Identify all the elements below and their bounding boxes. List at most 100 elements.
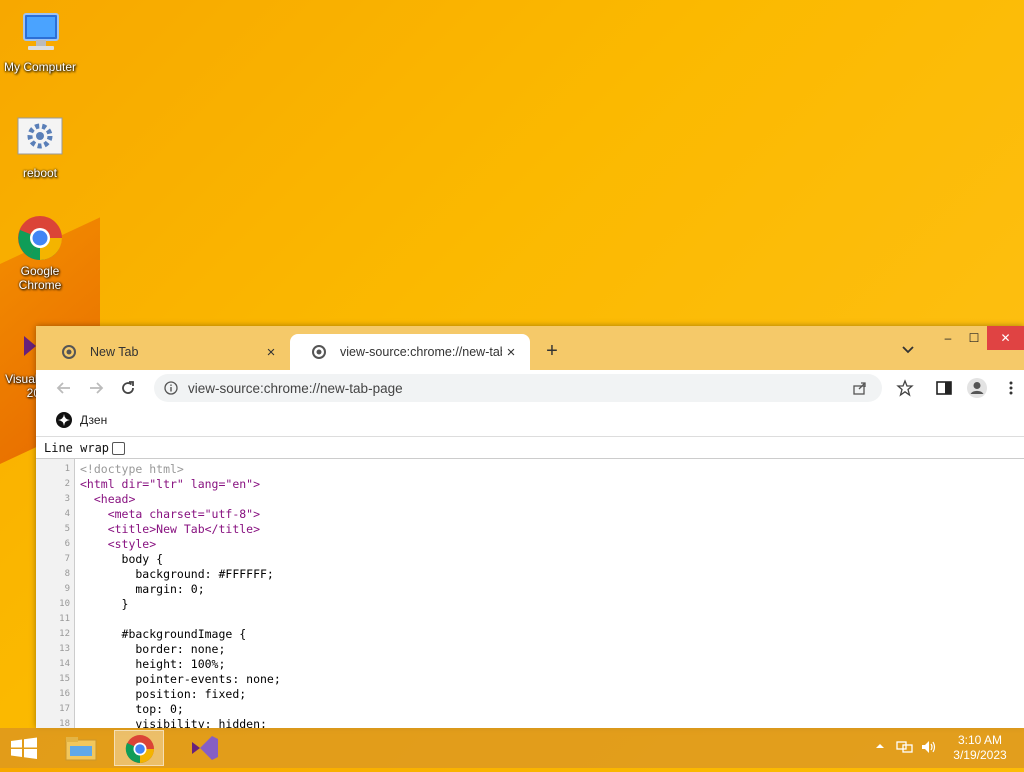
source-line: 13 border: none;: [36, 642, 1024, 657]
line-code: }: [80, 597, 129, 611]
source-line: 15 pointer-events: none;: [36, 672, 1024, 687]
line-code: border: none;: [80, 642, 226, 656]
dzen-icon: [56, 412, 72, 428]
show-hidden-icons-chevron-icon[interactable]: [874, 740, 886, 755]
taskbar: 3:10 AM 3/19/2023: [0, 728, 1024, 768]
source-line: 2 <html dir="ltr" lang="en">: [36, 477, 1024, 492]
address-bar[interactable]: view-source:chrome://new-tab-page: [154, 374, 882, 402]
browser-toolbar: view-source:chrome://new-tab-page: [36, 370, 1024, 406]
line-code: body {: [80, 552, 164, 566]
maximize-button[interactable]: ☐: [960, 326, 988, 350]
start-button[interactable]: [0, 730, 48, 766]
line-code: top: 0;: [80, 702, 184, 716]
desktop-icon-label: My Computer: [3, 60, 77, 74]
chrome-icon: [16, 214, 64, 262]
star-bookmark-icon[interactable]: [896, 379, 914, 397]
line-code: <style>: [80, 537, 157, 551]
share-icon[interactable]: [852, 380, 868, 401]
minimize-button[interactable]: –: [934, 326, 962, 350]
line-number: 10: [59, 599, 70, 609]
gear-icon: [16, 116, 64, 164]
system-clock[interactable]: 3:10 AM 3/19/2023: [948, 733, 1012, 763]
line-number: 14: [59, 659, 70, 669]
tab-label: New Tab: [90, 345, 139, 359]
line-number: 9: [64, 584, 70, 594]
address-url: view-source:chrome://new-tab-page: [188, 380, 403, 396]
new-tab-button[interactable]: +: [540, 340, 564, 363]
source-line: 18 visibility: hidden;: [36, 717, 1024, 728]
tab-view-source[interactable]: view-source:chrome://new-tab-page ×: [290, 334, 530, 370]
line-code: #backgroundImage {: [80, 627, 247, 641]
source-line: 16 position: fixed;: [36, 687, 1024, 702]
visual-studio-taskbar-icon[interactable]: [180, 730, 230, 766]
line-code: background: #FFFFFF;: [80, 567, 274, 581]
bookmark-label: Дзен: [80, 413, 108, 427]
line-number: 5: [64, 524, 70, 534]
line-code: <title>New Tab</title>: [80, 522, 261, 536]
line-wrap-label: Line wrap: [44, 441, 110, 455]
volume-icon[interactable]: [920, 739, 938, 758]
line-number: 17: [59, 704, 70, 714]
line-code: visibility: hidden;: [80, 717, 267, 728]
source-line: 8 background: #FFFFFF;: [36, 567, 1024, 582]
line-number: 4: [64, 509, 70, 519]
bookmark-dzen[interactable]: Дзен: [56, 412, 107, 428]
line-number: 7: [64, 554, 70, 564]
forward-arrow-icon[interactable]: [86, 378, 106, 398]
source-line: 6 <style>: [36, 537, 1024, 552]
tab-close-icon[interactable]: ×: [262, 344, 280, 361]
menu-kebab-icon[interactable]: [1002, 379, 1020, 397]
line-wrap-checkbox[interactable]: [112, 442, 125, 455]
source-line: 7 body {: [36, 552, 1024, 567]
source-line: 17 top: 0;: [36, 702, 1024, 717]
tab-close-icon[interactable]: ×: [502, 344, 520, 361]
line-number: 6: [64, 539, 70, 549]
computer-icon: [16, 10, 64, 58]
desktop-icon-label: Google Chrome: [18, 264, 62, 292]
side-panel-icon[interactable]: [935, 379, 953, 397]
tab-new-tab[interactable]: New Tab ×: [40, 334, 290, 370]
source-line: 14 height: 100%;: [36, 657, 1024, 672]
clock-date: 3/19/2023: [953, 748, 1007, 762]
line-number: 15: [59, 674, 70, 684]
line-number: 12: [59, 629, 70, 639]
line-code: <head>: [80, 492, 136, 506]
source-line: 12 #backgroundImage {: [36, 627, 1024, 642]
chrome-taskbar-icon[interactable]: [114, 730, 164, 766]
network-icon[interactable]: [896, 739, 914, 758]
line-code: <meta charset="utf-8">: [80, 507, 261, 521]
tab-label: view-source:chrome://new-tab-page: [340, 345, 502, 359]
line-number: 18: [59, 719, 70, 728]
close-window-button[interactable]: ✕: [987, 326, 1024, 350]
tab-search-chevron-icon[interactable]: [898, 342, 918, 358]
line-number: 8: [64, 569, 70, 579]
source-line: 5 <title>New Tab</title>: [36, 522, 1024, 537]
line-code: <html dir="ltr" lang="en">: [80, 477, 261, 491]
info-icon[interactable]: [164, 381, 178, 395]
profile-avatar-icon[interactable]: [966, 377, 988, 399]
desktop-icon-label: reboot: [22, 166, 58, 180]
source-line: 11: [36, 612, 1024, 627]
reload-icon[interactable]: [118, 378, 138, 398]
bookmarks-bar: Дзен: [36, 406, 1024, 437]
desktop-icon-my-computer[interactable]: My Computer: [0, 10, 80, 74]
line-number: 11: [59, 614, 70, 624]
source-line: 9 margin: 0;: [36, 582, 1024, 597]
clock-time: 3:10 AM: [957, 733, 1003, 747]
file-explorer-taskbar-icon[interactable]: [56, 730, 106, 766]
line-number: 13: [59, 644, 70, 654]
desktop-icon-reboot[interactable]: reboot: [0, 116, 80, 180]
line-number: 3: [64, 494, 70, 504]
line-number: 2: [64, 479, 70, 489]
chrome-window: New Tab × view-source:chrome://new-tab-p…: [36, 326, 1024, 728]
desktop-icon-google-chrome[interactable]: Google Chrome: [0, 214, 80, 292]
back-arrow-icon[interactable]: [54, 378, 74, 398]
line-code: position: fixed;: [80, 687, 247, 701]
source-view: 1 <!doctype html> 2 <html dir="ltr" lang="e…: [36, 458, 1024, 728]
chrome-favicon-icon: [62, 345, 76, 359]
line-code: margin: 0;: [80, 582, 205, 596]
source-line: 10 }: [36, 597, 1024, 612]
line-code: height: 100%;: [80, 657, 226, 671]
tab-strip: New Tab × view-source:chrome://new-tab-p…: [36, 326, 1024, 370]
line-code: <!doctype html>: [80, 462, 184, 476]
